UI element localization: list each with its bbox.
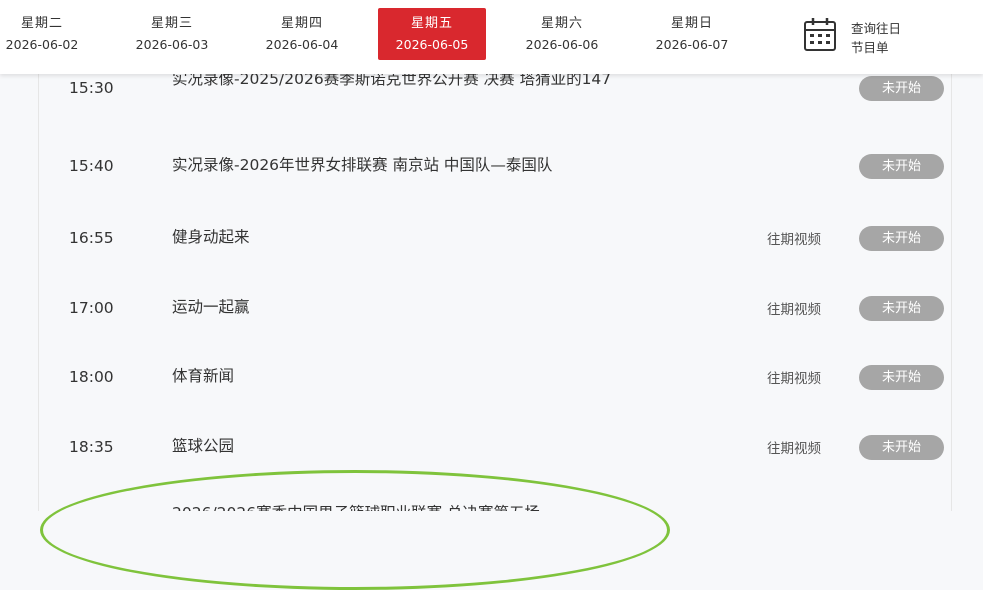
program-title[interactable]: 运动一起赢 (172, 296, 652, 318)
date-tab-weekday: 星期六 (540, 16, 583, 31)
program-time: 18:00 (69, 368, 114, 386)
date-tab-friday-active[interactable]: 星期五 2026-06-05 (378, 8, 486, 60)
date-tab-sunday[interactable]: 星期日 2026-06-07 (638, 8, 746, 60)
program-title[interactable]: 体育新闻 (172, 365, 652, 387)
past-schedule-label-line2: 节目单 (851, 40, 889, 55)
program-time: 18:35 (69, 438, 114, 456)
date-tab-date: 2026-06-06 (525, 37, 599, 52)
date-tab-weekday: 星期四 (280, 16, 323, 31)
program-time: 15:30 (69, 79, 114, 97)
date-tab-date: 2026-06-05 (395, 37, 469, 52)
program-title[interactable]: 篮球公园 (172, 435, 652, 457)
status-badge[interactable]: 未开始 (859, 76, 944, 101)
date-tab-wednesday[interactable]: 星期三 2026-06-03 (118, 8, 226, 60)
date-tab-tuesday[interactable]: 星期二 2026-06-02 (0, 8, 96, 60)
program-time: 17:00 (69, 299, 114, 317)
past-videos-link[interactable]: 往期视频 (767, 298, 821, 318)
date-tab-weekday: 星期三 (150, 16, 193, 31)
past-videos-link[interactable]: 往期视频 (767, 437, 821, 457)
status-badge[interactable]: 未开始 (859, 435, 944, 460)
program-time: 16:55 (69, 229, 114, 247)
program-time: 15:40 (69, 157, 114, 175)
program-title[interactable]: 实况录像-2025/2026赛季斯诺克世界公开赛 决赛 塔猜亚的147 (172, 74, 652, 90)
date-tab-bar: 星期二 2026-06-02 星期三 2026-06-03 星期四 2026-0… (0, 0, 983, 74)
date-tab-date: 2026-06-07 (655, 37, 729, 52)
program-list: 15:30 实况录像-2025/2026赛季斯诺克世界公开赛 决赛 塔猜亚的14… (38, 74, 952, 511)
date-tab-date: 2026-06-03 (135, 37, 209, 52)
past-schedule-label-line1: 查询往日 (851, 21, 902, 36)
program-title[interactable]: 实况录像-2026年世界女排联赛 南京站 中国队—泰国队 (172, 154, 652, 176)
date-tab-date: 2026-06-02 (5, 37, 79, 52)
date-tab-weekday: 星期二 (20, 16, 63, 31)
date-tab-weekday: 星期五 (410, 16, 453, 31)
past-videos-link[interactable]: 往期视频 (767, 367, 821, 387)
date-tab-date: 2026-06-04 (265, 37, 339, 52)
calendar-icon (804, 18, 836, 51)
date-tab-saturday[interactable]: 星期六 2026-06-06 (508, 8, 616, 60)
status-badge[interactable]: 未开始 (859, 365, 944, 390)
past-videos-link[interactable]: 往期视频 (767, 228, 821, 248)
status-badge[interactable]: 未开始 (859, 154, 944, 179)
program-title[interactable]: 2026/2026赛季中国男子篮球职业联赛 总决赛第五场 (172, 502, 692, 511)
status-badge[interactable]: 未开始 (859, 296, 944, 321)
date-tab-weekday: 星期日 (670, 16, 713, 31)
program-title[interactable]: 健身动起来 (172, 226, 652, 248)
past-schedule-button[interactable]: 查询往日 节目单 (803, 14, 973, 58)
date-tab-thursday[interactable]: 星期四 2026-06-04 (248, 8, 356, 60)
status-badge[interactable]: 未开始 (859, 226, 944, 251)
